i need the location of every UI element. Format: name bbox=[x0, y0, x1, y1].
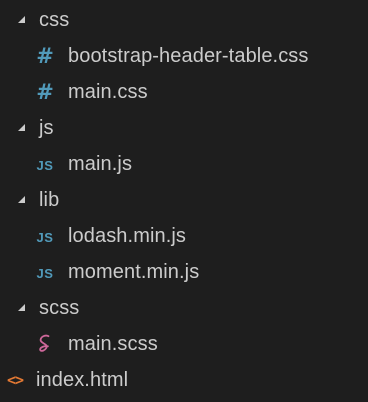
file-label: main.js bbox=[68, 153, 133, 175]
file-main-scss[interactable]: main.scss bbox=[0, 326, 368, 362]
file-label: lodash.min.js bbox=[68, 225, 187, 247]
folder-scss[interactable]: scss bbox=[0, 290, 368, 326]
file-explorer: css # bootstrap-header-table.css # main.… bbox=[0, 0, 368, 402]
file-label: bootstrap-header-table.css bbox=[68, 45, 309, 67]
file-label: main.scss bbox=[68, 333, 158, 355]
chevron-down-icon[interactable] bbox=[18, 15, 25, 23]
file-label: index.html bbox=[36, 369, 129, 391]
chevron-down-icon[interactable] bbox=[18, 303, 25, 311]
folder-lib[interactable]: lib bbox=[0, 182, 368, 218]
js-file-icon: JS bbox=[36, 229, 54, 245]
folder-label: js bbox=[39, 117, 54, 139]
file-moment-min-js[interactable]: JS moment.min.js bbox=[0, 254, 368, 290]
file-main-css[interactable]: # main.css bbox=[0, 74, 368, 110]
file-lodash-min-js[interactable]: JS lodash.min.js bbox=[0, 218, 368, 254]
chevron-down-icon[interactable] bbox=[18, 195, 25, 203]
chevron-down-icon[interactable] bbox=[18, 123, 25, 131]
folder-css[interactable]: css bbox=[0, 2, 368, 38]
css-file-icon: # bbox=[36, 44, 54, 68]
file-bootstrap-header-table-css[interactable]: # bootstrap-header-table.css bbox=[0, 38, 368, 74]
sass-file-icon bbox=[32, 332, 58, 356]
file-index-html[interactable]: <> index.html bbox=[0, 362, 368, 398]
file-label: moment.min.js bbox=[68, 261, 200, 283]
js-file-icon: JS bbox=[36, 265, 54, 281]
file-main-js[interactable]: JS main.js bbox=[0, 146, 368, 182]
html-file-icon: <> bbox=[6, 371, 24, 389]
folder-label: css bbox=[39, 9, 70, 31]
folder-label: lib bbox=[39, 189, 60, 211]
folder-js[interactable]: js bbox=[0, 110, 368, 146]
file-label: main.css bbox=[68, 81, 148, 103]
folder-label: scss bbox=[39, 297, 80, 319]
css-file-icon: # bbox=[36, 80, 54, 104]
js-file-icon: JS bbox=[36, 157, 54, 173]
